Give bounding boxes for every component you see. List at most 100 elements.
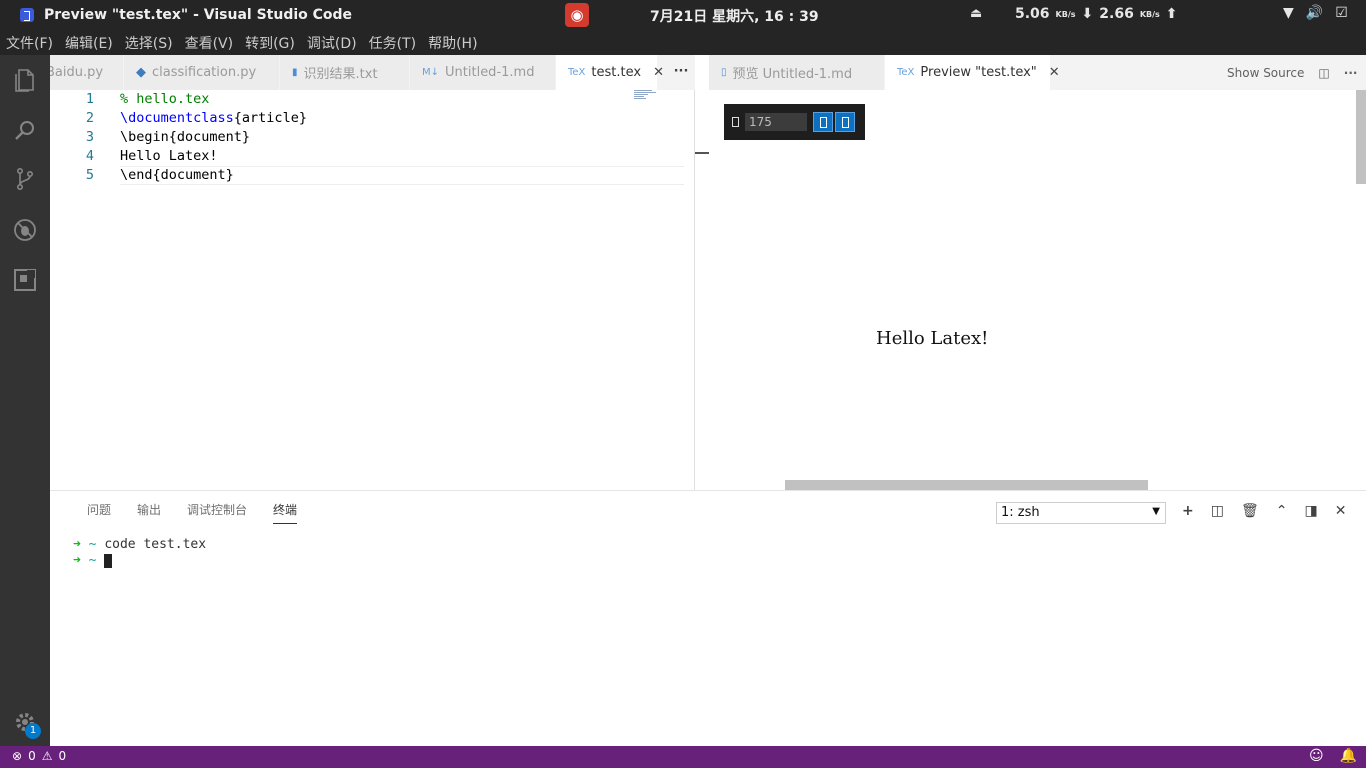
line-number: 4 <box>85 148 94 164</box>
tab-problems[interactable]: 问题 <box>87 501 111 524</box>
source-control-icon[interactable] <box>13 167 37 191</box>
show-source-button[interactable]: Show Source <box>1227 66 1304 80</box>
prompt-dir: ~ <box>88 553 97 568</box>
zoom-input[interactable]: 175 <box>745 113 807 131</box>
search-icon[interactable] <box>13 118 37 142</box>
download-unit: KB/s <box>1055 9 1076 19</box>
prompt-arrow: ➜ <box>73 537 81 552</box>
feedback-smiley-icon[interactable]: ☺ <box>1309 748 1324 764</box>
overview-ruler-mark <box>695 152 709 154</box>
clipboard-icon[interactable]: ☑ <box>1335 5 1348 21</box>
code-line: 5 \end{document} <box>50 166 650 185</box>
menu-bar: 文件(F) 编辑(E) 选择(S) 查看(V) 转到(G) 调试(D) 任务(T… <box>0 30 1366 55</box>
zoom-in-button[interactable] <box>835 112 855 132</box>
upload-speed: 2.66 <box>1099 6 1134 22</box>
zoom-out-button[interactable] <box>813 112 833 132</box>
tex-file-icon: TeX <box>897 67 915 78</box>
line-number: 5 <box>85 167 94 183</box>
preview-horizontal-scrollbar[interactable] <box>785 480 1148 490</box>
error-count: 0 <box>28 749 36 763</box>
system-top-bar: Preview "test.tex" - Visual Studio Code … <box>0 0 1366 30</box>
close-panel-icon[interactable]: ✕ <box>1335 503 1347 519</box>
preview-vertical-scrollbar[interactable] <box>1356 90 1366 184</box>
more-actions-icon[interactable]: ··· <box>667 55 695 90</box>
preview-rendered-text: Hello Latex! <box>876 328 989 349</box>
problems-status[interactable]: ⊗ 0 ⚠ 0 <box>12 749 66 763</box>
latex-command: \documentclass <box>120 110 234 126</box>
minimap[interactable] <box>634 90 658 100</box>
preview-file-icon: ▯ <box>721 67 727 78</box>
volume-icon[interactable]: 🔊 <box>1306 5 1323 21</box>
menu-edit[interactable]: 编辑(E) <box>65 33 113 53</box>
tab-untitled-md[interactable]: M↓ Untitled-1.md <box>410 55 556 90</box>
menu-tasks[interactable]: 任务(T) <box>369 33 416 53</box>
python-file-icon: ◆ <box>136 65 146 80</box>
menu-file[interactable]: 文件(F) <box>6 33 53 53</box>
code-text: \documentclass{article} <box>120 109 307 128</box>
new-terminal-icon[interactable]: + <box>1182 503 1194 519</box>
clock[interactable]: 7月21日 星期六, 16 : 39 <box>650 6 819 26</box>
warning-icon: ⚠ <box>41 749 53 763</box>
status-bar: ⊗ 0 ⚠ 0 ☺ 🔔 <box>0 746 1366 768</box>
tab-label: Preview "test.tex" <box>920 65 1037 80</box>
notifications-bell-icon[interactable]: 🔔 <box>1340 748 1357 764</box>
tab-label: test.tex <box>591 65 642 80</box>
close-icon[interactable]: ✕ <box>1049 65 1060 80</box>
tab-label: classification.py <box>152 65 257 80</box>
more-actions-icon[interactable]: ··· <box>1344 66 1358 80</box>
split-editor-icon[interactable]: ◫ <box>1318 66 1329 80</box>
markdown-icon: M↓ <box>422 67 440 78</box>
chevron-down-icon: ▼ <box>1152 506 1160 517</box>
bottom-panel: 问题 输出 调试控制台 终端 1: zsh ▼ + ◫ 🗑 ⌃ ◨ ✕ ➜ ~ … <box>50 490 1366 746</box>
tab-baidu-py[interactable]: Baidu.py <box>50 55 124 90</box>
code-line: 2 \documentclass{article} <box>50 109 650 128</box>
left-editor-tabs: Baidu.py ◆ classification.py ▮ 识别结果.txt … <box>50 55 695 90</box>
tab-preview-untitled-md[interactable]: ▯ 预览 Untitled-1.md <box>709 55 885 90</box>
tab-test-tex[interactable]: TeX test.tex ✕ <box>556 55 664 90</box>
code-text: \end{document} <box>120 167 234 183</box>
toggle-panel-position-icon[interactable]: ◨ <box>1304 503 1317 519</box>
code-text: \begin{document} <box>120 129 251 145</box>
menu-help[interactable]: 帮助(H) <box>428 33 477 53</box>
tab-output[interactable]: 输出 <box>137 501 161 524</box>
tab-classification-py[interactable]: ◆ classification.py <box>124 55 280 90</box>
close-icon[interactable]: ✕ <box>653 65 664 80</box>
latex-argument: {article} <box>233 110 307 126</box>
kill-terminal-icon[interactable]: 🗑 <box>1241 503 1259 519</box>
download-speed: 5.06 <box>1015 6 1050 22</box>
window-title: Preview "test.tex" - Visual Studio Code <box>44 7 353 23</box>
code-editor[interactable]: 1 % hello.tex 2 \documentclass{article} … <box>50 90 695 490</box>
tab-preview-test-tex[interactable]: TeX Preview "test.tex" ✕ <box>885 55 1060 90</box>
maximize-panel-icon[interactable]: ⌃ <box>1276 503 1288 519</box>
split-terminal-icon[interactable]: ◫ <box>1211 503 1224 519</box>
tab-debug-console[interactable]: 调试控制台 <box>187 501 247 524</box>
error-icon: ⊗ <box>12 749 23 763</box>
text-file-icon: ▮ <box>292 67 298 78</box>
extensions-icon[interactable] <box>13 268 37 292</box>
zoom-checkbox[interactable] <box>732 117 739 127</box>
wifi-icon[interactable]: ▼ <box>1283 5 1294 21</box>
music-app-icon[interactable]: ◉ <box>565 3 589 27</box>
upload-unit: KB/s <box>1139 9 1160 19</box>
tex-file-icon: TeX <box>568 67 586 78</box>
menu-go[interactable]: 转到(G) <box>245 33 295 53</box>
code-text: Hello Latex! <box>120 148 218 164</box>
tab-recognition-result-txt[interactable]: ▮ 识别结果.txt <box>280 55 410 90</box>
menu-selection[interactable]: 选择(S) <box>125 33 173 53</box>
editor-group-divider[interactable] <box>694 90 695 490</box>
eject-icon[interactable]: ⏏ <box>970 6 982 21</box>
terminal-select[interactable]: 1: zsh ▼ <box>996 502 1166 524</box>
preview-actions: Show Source ◫ ··· <box>1227 55 1357 90</box>
code-line: 3 \begin{document} <box>50 128 650 147</box>
latex-preview: 175 Hello Latex! <box>709 90 1366 490</box>
explorer-icon[interactable] <box>13 68 37 92</box>
code-line: 1 % hello.tex <box>50 90 650 109</box>
menu-view[interactable]: 查看(V) <box>185 33 234 53</box>
terminal-output[interactable]: ➜ ~ code test.tex ➜ ~ <box>73 537 206 569</box>
menu-debug[interactable]: 调试(D) <box>307 33 357 53</box>
tab-terminal[interactable]: 终端 <box>273 501 298 524</box>
warning-count: 0 <box>58 749 67 763</box>
line-number: 3 <box>85 129 94 145</box>
debug-icon[interactable] <box>13 218 37 242</box>
line-number: 1 <box>85 91 94 107</box>
